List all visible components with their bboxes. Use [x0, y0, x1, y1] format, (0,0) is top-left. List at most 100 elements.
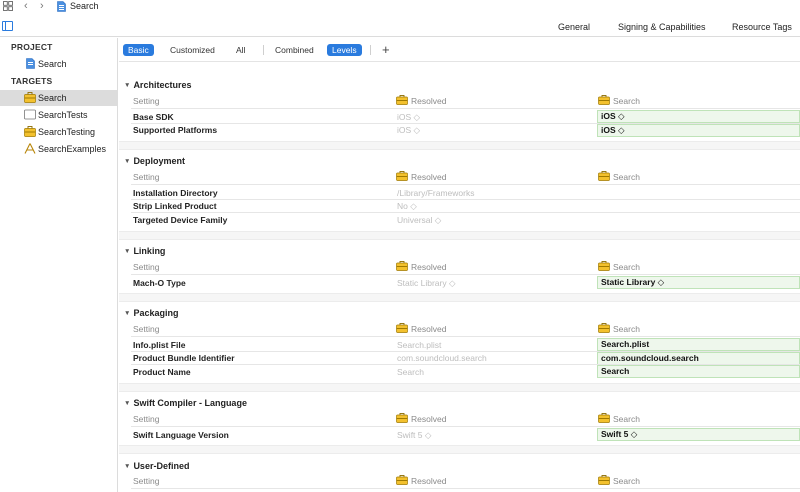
- filter-basic-button[interactable]: Basic: [123, 44, 154, 56]
- tab-general[interactable]: General: [558, 22, 590, 32]
- section-header-packaging[interactable]: ▼ Packaging: [124, 308, 178, 318]
- filter-combined-button[interactable]: Combined: [270, 44, 319, 56]
- test-bundle-icon: [24, 109, 36, 120]
- filter-customized-button[interactable]: Customized: [165, 44, 220, 56]
- column-resolved-label: Resolved: [396, 171, 446, 182]
- disclosure-triangle-icon[interactable]: ▼: [124, 158, 130, 165]
- sidebar-item-target-searchexamples[interactable]: SearchExamples: [0, 141, 117, 157]
- column-target-label: Search: [598, 261, 640, 272]
- section-separator: [119, 383, 800, 392]
- toolbox-icon: [396, 475, 408, 485]
- resolved-value: /Library/Frameworks: [397, 188, 475, 198]
- divider: [131, 184, 800, 185]
- setting-name: Product Bundle Identifier: [133, 353, 235, 363]
- navigator-toggle-icon[interactable]: [2, 21, 13, 31]
- column-setting-label: Setting: [133, 324, 160, 334]
- divider: [131, 212, 800, 213]
- sidebar-item-project[interactable]: Search: [0, 56, 117, 72]
- resolved-value: Search: [397, 367, 424, 377]
- sidebar-item-target-searchtests[interactable]: SearchTests: [0, 107, 117, 123]
- divider: [131, 336, 800, 337]
- setting-value-popup[interactable]: iOS ◇: [597, 124, 800, 137]
- resolved-value: iOS ◇: [397, 112, 421, 122]
- setting-value-field[interactable]: Search.plist: [597, 338, 800, 351]
- setting-value-field[interactable]: Search: [597, 365, 800, 378]
- build-settings-table: ▼ Architectures Setting Resolved Search B…: [119, 63, 800, 492]
- resolved-value: Search.plist: [397, 340, 442, 350]
- column-setting-label: Setting: [133, 414, 160, 424]
- section-separator: [119, 293, 800, 302]
- filter-levels-button[interactable]: Levels: [327, 44, 362, 56]
- disclosure-triangle-icon[interactable]: ▼: [124, 400, 130, 407]
- disclosure-triangle-icon[interactable]: ▼: [124, 310, 130, 317]
- column-resolved-label: Resolved: [396, 475, 446, 486]
- filter-all-button[interactable]: All: [231, 44, 250, 56]
- project-file-icon: [26, 58, 35, 69]
- section-header-user-defined[interactable]: ▼ User-Defined: [124, 461, 189, 471]
- sidebar-item-label: Search: [38, 93, 67, 103]
- divider: [370, 45, 371, 55]
- column-target-label: Search: [598, 323, 640, 334]
- project-header: PROJECT: [11, 42, 53, 52]
- divider: [131, 108, 800, 109]
- project-navigator: PROJECT Search TARGETS Search SearchTest…: [0, 38, 118, 492]
- breadcrumb[interactable]: Search: [70, 1, 99, 11]
- divider: [263, 45, 264, 55]
- toolbox-icon: [598, 261, 610, 271]
- sidebar-item-label: Search: [38, 59, 67, 69]
- disclosure-triangle-icon[interactable]: ▼: [124, 248, 130, 255]
- toolbox-icon: [24, 92, 36, 103]
- column-setting-label: Setting: [133, 262, 160, 272]
- resolved-value: Universal ◇: [397, 215, 442, 225]
- setting-value-popup[interactable]: Swift 5 ◇: [597, 428, 800, 441]
- disclosure-triangle-icon[interactable]: ▼: [124, 463, 130, 470]
- resolved-value: com.soundcloud.search: [397, 353, 487, 363]
- column-resolved-label: Resolved: [396, 413, 446, 424]
- column-setting-label: Setting: [133, 172, 160, 182]
- toolbox-icon: [396, 413, 408, 423]
- sidebar-item-target-search[interactable]: Search: [0, 90, 117, 106]
- column-resolved-label: Resolved: [396, 95, 446, 106]
- section-separator: [119, 445, 800, 454]
- project-file-icon: [57, 1, 66, 12]
- setting-value-popup[interactable]: Static Library ◇: [597, 276, 800, 289]
- setting-name: Strip Linked Product: [133, 201, 217, 211]
- forward-button[interactable]: ›: [40, 0, 44, 12]
- resolved-value: No ◇: [397, 201, 417, 211]
- add-setting-button[interactable]: +: [377, 43, 395, 56]
- setting-name: Info.plist File: [133, 340, 186, 350]
- toolbox-icon: [396, 95, 408, 105]
- section-header-linking[interactable]: ▼ Linking: [124, 246, 165, 256]
- toolbox-icon: [24, 126, 36, 137]
- sidebar-item-label: SearchTesting: [38, 127, 96, 137]
- column-resolved-label: Resolved: [396, 261, 446, 272]
- section-separator: [119, 231, 800, 240]
- setting-name: Supported Platforms: [133, 125, 218, 135]
- editor-tab-bar: General Signing & Capabilities Resource …: [0, 17, 800, 37]
- toolbox-icon: [598, 95, 610, 105]
- column-target-label: Search: [598, 413, 640, 424]
- setting-value-popup[interactable]: iOS ◇: [597, 110, 800, 123]
- toolbox-icon: [396, 261, 408, 271]
- setting-name: Swift Language Version: [133, 430, 229, 440]
- divider: [131, 426, 800, 427]
- tab-resource-tags[interactable]: Resource Tags: [732, 22, 792, 32]
- disclosure-triangle-icon[interactable]: ▼: [124, 82, 130, 89]
- sidebar-item-target-searchtesting[interactable]: SearchTesting: [0, 124, 117, 140]
- section-header-deployment[interactable]: ▼ Deployment: [124, 156, 185, 166]
- setting-name: Product Name: [133, 367, 191, 377]
- divider: [131, 488, 800, 489]
- resolved-value: Swift 5 ◇: [397, 430, 432, 440]
- column-target-label: Search: [598, 475, 640, 486]
- column-resolved-label: Resolved: [396, 323, 446, 334]
- divider: [131, 199, 800, 200]
- navigation-bar: ‹ › Search: [0, 0, 800, 14]
- section-header-architectures[interactable]: ▼ Architectures: [124, 80, 191, 90]
- tab-signing-capabilities[interactable]: Signing & Capabilities: [618, 22, 706, 32]
- resolved-value: Static Library ◇: [397, 278, 456, 288]
- setting-name: Mach-O Type: [133, 278, 186, 288]
- section-separator: [119, 141, 800, 150]
- back-button[interactable]: ‹: [24, 0, 28, 12]
- section-header-swift-compiler-language[interactable]: ▼ Swift Compiler - Language: [124, 398, 247, 408]
- grid-icon[interactable]: [3, 1, 13, 11]
